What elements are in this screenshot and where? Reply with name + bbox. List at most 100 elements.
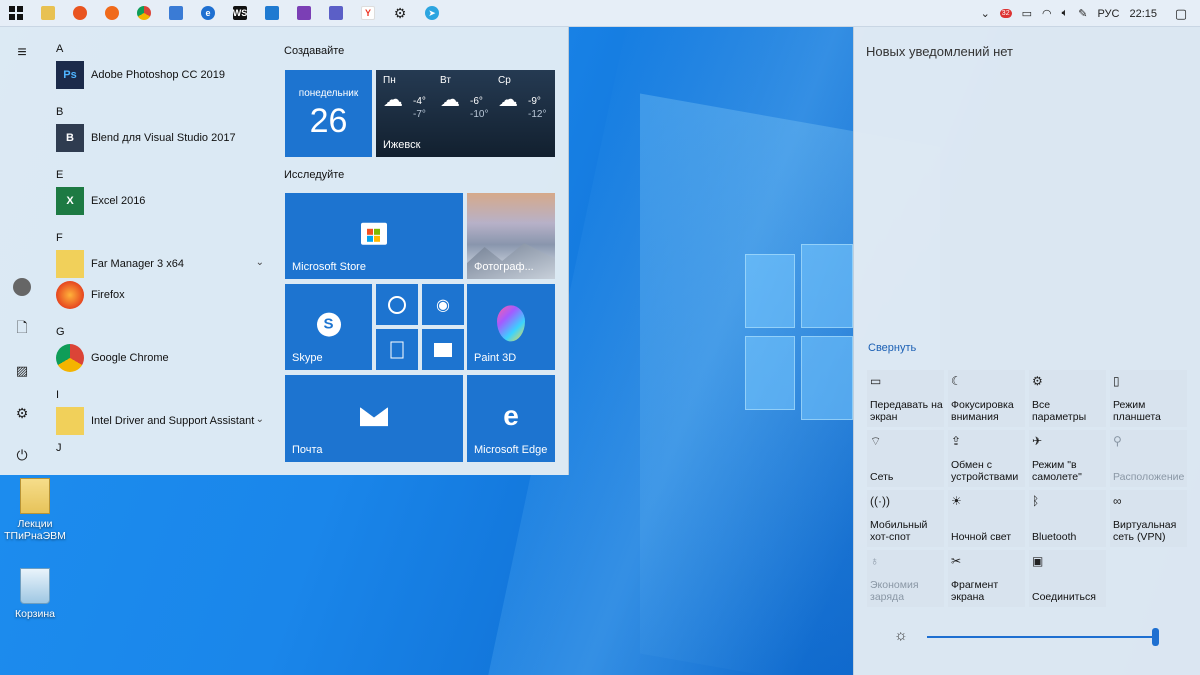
- tray-app-badge[interactable]: 32: [995, 0, 1017, 27]
- hamburger-menu-button[interactable]: ≡: [8, 39, 36, 67]
- app-item-photoshop[interactable]: Ps Adobe Photoshop CC 2019: [50, 59, 270, 90]
- tray-battery[interactable]: ▭: [1017, 0, 1037, 27]
- tile-mail[interactable]: Почта: [285, 375, 463, 462]
- brightness-icon: ☼: [894, 627, 908, 644]
- quick-action-share[interactable]: ⇪ Обмен с устройствами: [948, 430, 1025, 487]
- app-list-letter[interactable]: A: [50, 39, 270, 59]
- app-item-chrome[interactable]: Google Chrome: [50, 342, 270, 373]
- chrome-icon: [137, 6, 151, 20]
- app-list-letter[interactable]: I: [50, 385, 270, 405]
- taskbar-app[interactable]: [160, 0, 192, 27]
- settings-button[interactable]: ⚙: [8, 399, 36, 427]
- app-item-firefox[interactable]: Firefox: [50, 279, 270, 310]
- quick-action-airplane[interactable]: ✈ Режим "в самолете": [1029, 430, 1106, 487]
- desktop-icon-label: Корзина: [15, 608, 55, 620]
- folder-icon: [56, 249, 84, 278]
- app-item-far-manager[interactable]: Far Manager 3 x64 ⌄: [50, 248, 270, 279]
- tile-photos[interactable]: Фотограф...: [467, 193, 555, 279]
- quick-action-label: Виртуальная сеть (VPN): [1113, 519, 1177, 543]
- tray-volume[interactable]: 🔈︎: [1057, 0, 1074, 27]
- tile-microsoft-store[interactable]: Microsoft Store: [285, 193, 463, 279]
- app-list-letter[interactable]: F: [50, 228, 270, 248]
- tile-skype[interactable]: S Skype: [285, 284, 372, 370]
- tile-group-title[interactable]: Создавайте: [284, 45, 344, 57]
- collapse-link[interactable]: Свернуть: [868, 342, 916, 354]
- taskbar-telegram[interactable]: ➤: [416, 0, 448, 27]
- desktop-icon-recycle-bin[interactable]: Корзина: [0, 568, 70, 620]
- taskbar-webstorm[interactable]: WS: [224, 0, 256, 27]
- quick-action-gear[interactable]: ⚙ Все параметры: [1029, 370, 1106, 427]
- brightness-slider-thumb[interactable]: [1152, 628, 1159, 646]
- share-icon: ⇪: [951, 434, 962, 448]
- edge-icon: e: [201, 6, 215, 20]
- calendar-day-number: 26: [309, 102, 348, 140]
- tray-language[interactable]: РУС: [1092, 0, 1124, 27]
- taskbar-firefox[interactable]: [96, 0, 128, 27]
- power-icon: ⏻: [16, 446, 28, 463]
- tile-calculator[interactable]: [376, 329, 418, 370]
- quick-action-moon[interactable]: ☾ Фокусировка внимания: [948, 370, 1025, 427]
- quick-action-network[interactable]: ⌔ Сеть: [867, 430, 944, 487]
- chevron-down-icon[interactable]: ⌄: [256, 414, 264, 425]
- blend-icon: B: [56, 123, 84, 152]
- tray-network[interactable]: ◠: [1037, 0, 1057, 27]
- brightness-slider-track[interactable]: [927, 636, 1157, 638]
- power-button[interactable]: ⏻: [8, 441, 36, 469]
- app-item-excel[interactable]: X Excel 2016: [50, 185, 270, 216]
- app-list-letter[interactable]: E: [50, 165, 270, 185]
- tile-weather[interactable]: Пн ☁ -4° -7° Вт ☁ -6° -10° Ср ☁ -9° -12°…: [376, 70, 555, 157]
- app-list-letter[interactable]: G: [50, 322, 270, 342]
- tile-camera[interactable]: ◉: [422, 284, 464, 325]
- tile-microsoft-edge[interactable]: e Microsoft Edge: [467, 375, 555, 462]
- tile-movies[interactable]: [422, 329, 464, 370]
- taskbar-edge[interactable]: e: [192, 0, 224, 27]
- weather-low: -12°: [528, 109, 547, 120]
- project-icon: ▭: [870, 374, 882, 388]
- taskbar: e WS Y ⚙ ➤ ⌄ 32 ▭ ◠ 🔈︎ ✎ РУС 22:15 ▢: [0, 0, 1200, 27]
- taskbar-ubuntu[interactable]: [64, 0, 96, 27]
- app-item-blend[interactable]: B Blend для Visual Studio 2017: [50, 122, 270, 153]
- action-center-button[interactable]: ▢: [1162, 0, 1200, 27]
- pictures-button[interactable]: ▨: [8, 357, 36, 385]
- taskbar-explorer[interactable]: [32, 0, 64, 27]
- quick-action-connect[interactable]: ▣ Соединиться: [1029, 550, 1106, 607]
- taskbar-visual-studio[interactable]: [288, 0, 320, 27]
- tile-calendar[interactable]: понедельник 26: [285, 70, 372, 157]
- quick-action-hotspot[interactable]: ((·)) Мобильный хот-спот: [867, 490, 944, 547]
- quick-action-sun[interactable]: ☀ Ночной свет: [948, 490, 1025, 547]
- app-item-intel[interactable]: Intel Driver and Support Assistant ⌄: [50, 405, 270, 436]
- desktop-icon-lectures[interactable]: Лекции ТПиРнаЭВМ: [0, 478, 70, 542]
- weather-day: Вт ☁ -6° -10°: [440, 75, 498, 120]
- quick-action-label: Мобильный хот-спот: [870, 519, 928, 543]
- taskbar-teams[interactable]: [320, 0, 352, 27]
- quick-action-snip[interactable]: ✂ Фрагмент экрана: [948, 550, 1025, 607]
- quick-action-vpn[interactable]: ∞ Виртуальная сеть (VPN): [1110, 490, 1187, 547]
- tile-groove-music[interactable]: [376, 284, 418, 325]
- quick-action-battery-saver[interactable]: ♁ Экономия заряда: [867, 550, 944, 607]
- quick-action-tablet[interactable]: ▯ Режим планшета: [1110, 370, 1187, 427]
- start-button[interactable]: [0, 0, 32, 27]
- taskbar-vscode[interactable]: [256, 0, 288, 27]
- app-list-letter[interactable]: B: [50, 102, 270, 122]
- user-account-button[interactable]: [8, 273, 36, 301]
- taskbar-chrome[interactable]: [128, 0, 160, 27]
- quick-action-bluetooth[interactable]: ᛒ Bluetooth: [1029, 490, 1106, 547]
- tray-overflow-button[interactable]: ⌄: [976, 0, 995, 27]
- tray-clock[interactable]: 22:15: [1124, 0, 1162, 27]
- quick-action-location[interactable]: ⚲ Расположение: [1110, 430, 1187, 487]
- documents-button[interactable]: 🗋︎: [8, 315, 36, 343]
- start-rail: ≡ 🗋︎ ▨ ⚙ ⏻: [0, 27, 44, 475]
- excel-icon: X: [56, 186, 84, 215]
- quick-action-project[interactable]: ▭ Передавать на экран: [867, 370, 944, 427]
- app-list-letter[interactable]: J: [50, 438, 270, 458]
- gear-icon: ⚙: [393, 4, 407, 21]
- tray-pen[interactable]: ✎: [1073, 0, 1092, 27]
- taskbar-settings[interactable]: ⚙: [384, 0, 416, 27]
- vscode-icon: [265, 6, 279, 20]
- tile-paint-3d[interactable]: Paint 3D: [467, 284, 555, 370]
- start-menu: ≡ 🗋︎ ▨ ⚙ ⏻ A Ps Adobe Photoshop CC 2019 …: [0, 27, 569, 475]
- chevron-down-icon[interactable]: ⌄: [256, 257, 264, 268]
- tile-group-title[interactable]: Исследуйте: [284, 169, 344, 181]
- ubuntu-icon: [73, 6, 87, 20]
- taskbar-yandex[interactable]: Y: [352, 0, 384, 27]
